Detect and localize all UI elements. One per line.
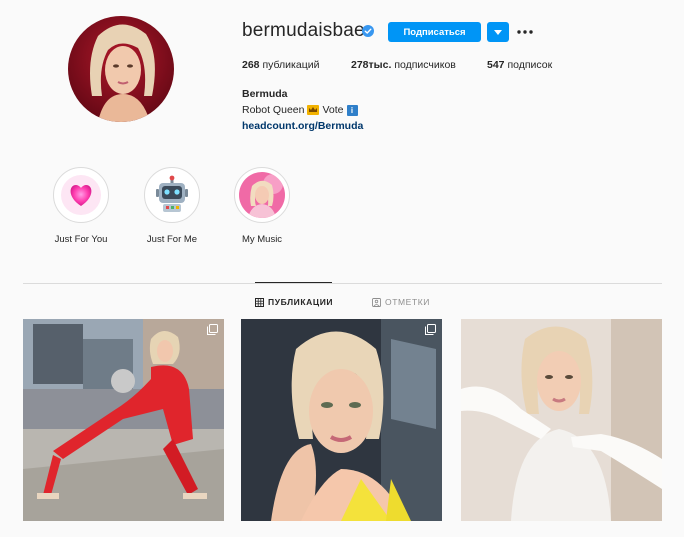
profile-username: bermudaisbae xyxy=(242,20,365,41)
grid-icon xyxy=(255,297,264,307)
portrait-icon xyxy=(239,172,285,218)
profile-full-name: Bermuda xyxy=(242,88,288,100)
heart-icon xyxy=(58,172,104,218)
posts-label: публикаций xyxy=(262,59,320,71)
tab-posts[interactable]: ПУБЛИКАЦИИ xyxy=(255,297,333,307)
tab-label: ОТМЕТКИ xyxy=(385,297,431,307)
highlight-label: My Music xyxy=(241,234,283,245)
highlight-my-music[interactable]: My Music xyxy=(232,167,292,245)
triangle-down-icon xyxy=(494,29,502,35)
verified-badge-icon xyxy=(362,25,374,37)
highlight-just-for-you[interactable]: Just For You xyxy=(51,167,111,245)
highlight-ring xyxy=(144,167,200,223)
highlight-ring xyxy=(53,167,109,223)
followers-label: подписчиков xyxy=(394,59,456,71)
multiple-photos-icon xyxy=(207,324,218,335)
tab-label: ПУБЛИКАЦИИ xyxy=(268,297,334,307)
active-tab-indicator xyxy=(255,282,332,283)
bio-text-vote: Vote xyxy=(322,104,344,116)
post-thumbnail[interactable] xyxy=(241,319,442,521)
profile-website-link[interactable]: headcount.org/Bermuda xyxy=(242,120,363,132)
following-count: 547 xyxy=(487,59,505,71)
profile-bio: Robot Queen Vote i xyxy=(242,104,358,116)
info-icon: i xyxy=(346,104,358,116)
more-options-icon[interactable] xyxy=(516,25,534,39)
follow-button[interactable]: Подписаться xyxy=(388,22,481,42)
robot-icon xyxy=(149,172,195,218)
followers-stat[interactable]: 278тыс. подписчиков xyxy=(351,59,456,71)
posts-stat: 268 публикаций xyxy=(242,59,319,71)
highlight-label: Just For You xyxy=(54,234,108,245)
post-thumbnail[interactable] xyxy=(23,319,224,521)
profile-avatar[interactable] xyxy=(68,16,174,122)
following-label: подписок xyxy=(507,59,553,71)
posts-count: 268 xyxy=(242,59,260,71)
tag-icon xyxy=(372,297,381,307)
crown-icon xyxy=(307,105,320,115)
tabs-divider xyxy=(23,283,662,284)
tab-tagged[interactable]: ОТМЕТКИ xyxy=(372,297,430,307)
bio-text-robot-queen: Robot Queen xyxy=(242,104,305,116)
post-thumbnail[interactable] xyxy=(461,319,662,521)
suggestions-dropdown-button[interactable] xyxy=(487,22,509,42)
following-stat[interactable]: 547 подписок xyxy=(487,59,552,71)
highlight-label: Just For Me xyxy=(146,234,198,245)
highlight-ring xyxy=(234,167,290,223)
followers-count: 278тыс. xyxy=(351,59,392,71)
highlight-just-for-me[interactable]: Just For Me xyxy=(142,167,202,245)
multiple-photos-icon xyxy=(425,324,436,335)
